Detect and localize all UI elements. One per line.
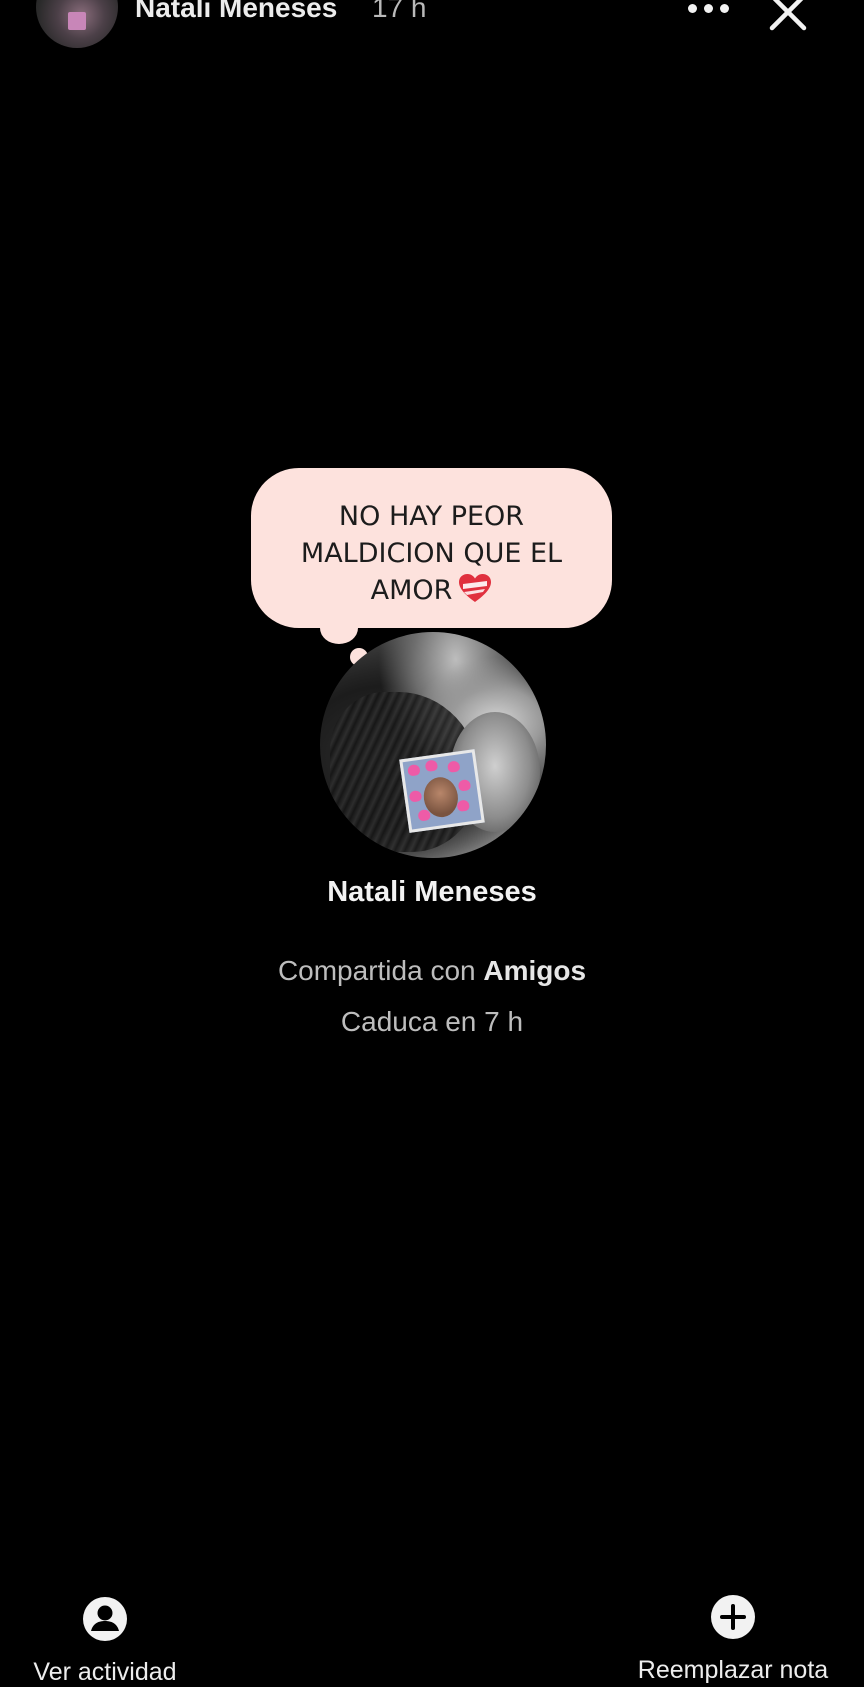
avatar-heart-sticker	[399, 749, 485, 833]
more-options-button[interactable]	[680, 0, 736, 22]
story-header: Natali Meneses 17 h	[0, 0, 864, 60]
sticker-heart-icon	[417, 808, 431, 822]
shared-audience: Amigos	[483, 955, 587, 986]
expires-text: Caduca en 7 h	[340, 1006, 524, 1037]
view-activity-label: Ver actividad	[33, 1658, 177, 1686]
profile-name: Natali Meneses	[327, 876, 537, 908]
note-bubble[interactable]: NO HAY PEOR MALDICION QUE EL AMOR	[251, 468, 612, 628]
replace-note-button[interactable]: Reemplazar nota	[628, 1594, 838, 1684]
avatar-sticker	[68, 12, 86, 30]
heart-icon	[458, 573, 492, 603]
note-text: NO HAY PEOR MALDICION QUE EL AMOR	[300, 501, 563, 606]
view-activity-button[interactable]: Ver actividad	[20, 1596, 190, 1686]
sticker-heart-icon	[407, 763, 421, 777]
replace-note-label: Reemplazar nota	[637, 1656, 829, 1684]
shared-prefix: Compartida con	[277, 955, 476, 986]
close-button[interactable]	[764, 0, 812, 36]
more-dot-icon	[719, 3, 729, 13]
sticker-heart-icon	[456, 799, 470, 812]
sticker-heart-icon	[424, 759, 439, 773]
close-icon	[769, 0, 807, 31]
bubble-tail	[320, 612, 358, 644]
header-user-name[interactable]: Natali Meneses	[135, 0, 337, 24]
more-dot-icon	[703, 3, 713, 13]
sticker-heart-icon	[457, 779, 472, 792]
plus-circle-icon	[711, 1595, 755, 1639]
sticker-heart-icon	[447, 760, 461, 773]
shared-with-text: Compartida con Amigos	[0, 955, 864, 987]
profile-avatar[interactable]	[320, 632, 546, 858]
more-dot-icon	[687, 3, 697, 13]
user-circle-icon	[83, 1597, 127, 1641]
sticker-heart-icon	[408, 789, 423, 803]
header-timestamp: 17 h	[372, 0, 427, 23]
header-avatar[interactable]	[36, 0, 118, 48]
